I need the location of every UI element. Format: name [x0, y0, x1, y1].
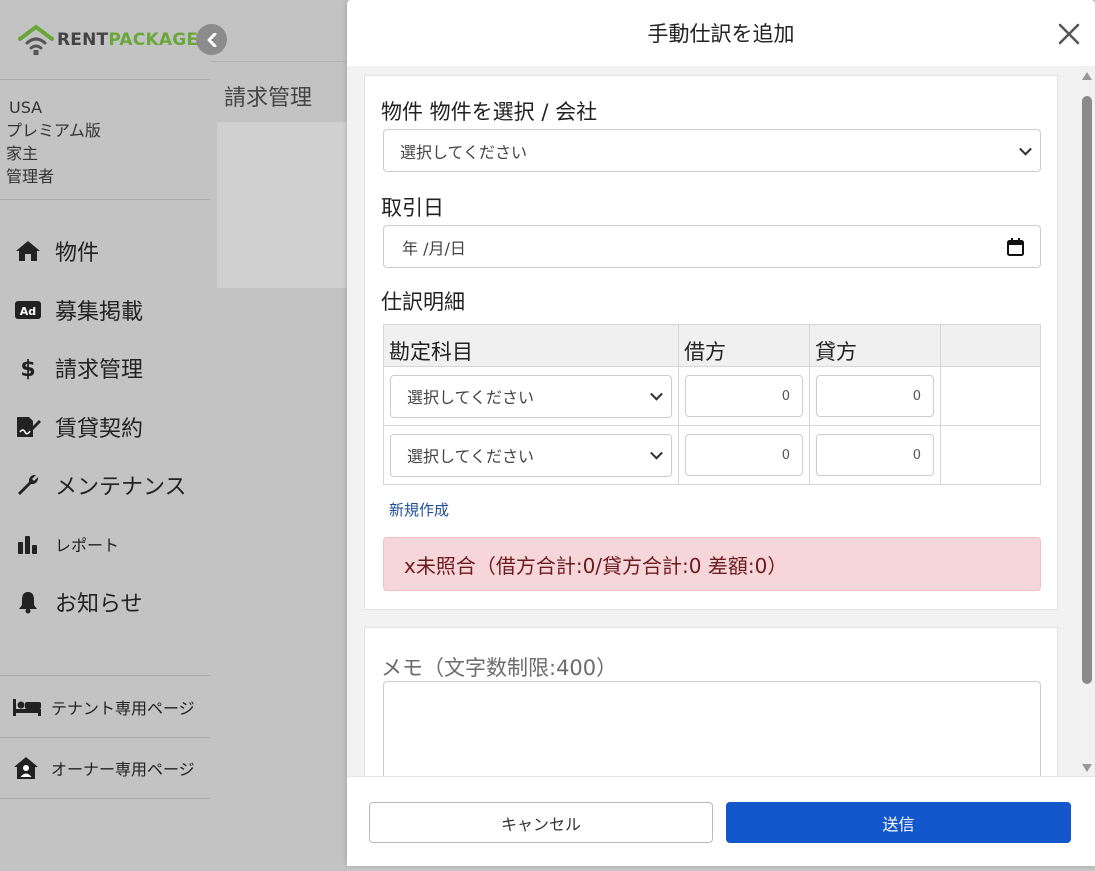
- bar-chart-icon: [15, 531, 41, 557]
- sidebar-item-maintenance[interactable]: メンテナンス: [0, 456, 210, 515]
- column-header-debit: 借方: [678, 324, 810, 367]
- chevron-down-icon: [650, 446, 663, 460]
- cancel-button[interactable]: キャンセル: [369, 802, 713, 843]
- contract-icon: [15, 414, 41, 440]
- column-header-actions: [940, 324, 1041, 367]
- main-card: [217, 122, 347, 288]
- account-select-value: 選択してください: [407, 388, 535, 407]
- unreconciled-alert: x未照合（借方合計:0/貸方合計:0 差額:0）: [383, 537, 1041, 591]
- modal-body[interactable]: 物件 物件を選択 / 会社 選択してください 取引日 年 /月/日 仕訳明細 勘…: [347, 66, 1095, 776]
- column-header-account: 勘定科目: [383, 324, 679, 367]
- table-row: 選択してください 0 0: [383, 366, 1041, 426]
- memo-label: メモ（文字数制限:400）: [381, 656, 618, 680]
- scroll-up-arrow-icon[interactable]: [1082, 72, 1092, 80]
- main-content-background: 請求管理: [210, 0, 347, 871]
- sidebar-item-label: お知らせ: [55, 592, 143, 618]
- bottom-link-label: テナント専用ページ: [51, 698, 195, 718]
- user-role: 家主: [6, 144, 39, 163]
- svg-text:$: $: [20, 357, 35, 381]
- sidebar-item-label: 物件: [55, 241, 100, 267]
- add-journal-entry-modal: 手動仕訳を追加 物件 物件を選択 / 会社 選択してください 取引日 年 /月/…: [347, 0, 1095, 866]
- scroll-thumb[interactable]: [1082, 96, 1092, 684]
- scroll-down-arrow-icon[interactable]: [1082, 764, 1092, 772]
- account-select-value: 選択してください: [407, 447, 535, 466]
- sidebar-item-label: メンテナンス: [55, 475, 187, 501]
- memo-panel: メモ（文字数制限:400）: [364, 627, 1058, 776]
- debit-input[interactable]: 0: [685, 375, 803, 417]
- tenant-page-link[interactable]: テナント専用ページ: [0, 675, 210, 737]
- svg-text:Ad: Ad: [20, 305, 36, 318]
- house-user-icon: [13, 755, 41, 781]
- submit-button[interactable]: 送信: [726, 802, 1071, 843]
- logo-text: RENTPACKAGE: [57, 29, 199, 50]
- sidebar-item-properties[interactable]: 物件: [0, 222, 210, 281]
- sidebar-item-label: 請求管理: [55, 358, 144, 384]
- sidebar-item-notifications[interactable]: お知らせ: [0, 573, 210, 632]
- sidebar-nav: 物件 Ad 募集掲載 $ 請求管理 賃貸契約 メンテナンス レポート お知らせ: [0, 200, 210, 632]
- sidebar: RENTPACKAGE USA プレミアム版 家主 管理者 物件 Ad 募集掲載…: [0, 0, 227, 871]
- logo[interactable]: RENTPACKAGE: [0, 0, 210, 80]
- journal-entries-table: 勘定科目 借方 貸方 選択してください 0 0 選択してください 0 0: [383, 324, 1041, 485]
- sidebar-item-label: 賃貸契約: [55, 416, 144, 442]
- modal-scrollbar[interactable]: [1079, 66, 1095, 776]
- user-plan: プレミアム版: [6, 121, 101, 140]
- sidebar-item-listings[interactable]: Ad 募集掲載: [0, 281, 210, 340]
- page-title: 請求管理: [224, 86, 313, 111]
- chevron-down-icon: [650, 387, 663, 401]
- bed-icon: [13, 694, 41, 720]
- date-placeholder: 年 /月/日: [402, 238, 466, 258]
- property-select-value: 選択してください: [400, 142, 528, 162]
- row-actions-cell: [940, 425, 1041, 485]
- wrench-icon: [15, 472, 41, 498]
- entry-panel: 物件 物件を選択 / 会社 選択してください 取引日 年 /月/日 仕訳明細 勘…: [364, 75, 1058, 610]
- dollar-icon: $: [15, 355, 41, 381]
- add-row-link[interactable]: 新規作成: [389, 499, 449, 520]
- account-select[interactable]: 選択してください: [390, 374, 672, 418]
- user-permission: 管理者: [6, 167, 55, 186]
- close-icon[interactable]: [1057, 22, 1081, 46]
- table-row: 選択してください 0 0: [383, 425, 1041, 485]
- modal-footer: キャンセル 送信: [347, 776, 1095, 866]
- user-info: USA プレミアム版 家主 管理者: [0, 80, 210, 200]
- sidebar-item-contracts[interactable]: 賃貸契約: [0, 398, 210, 457]
- date-label: 取引日: [381, 196, 444, 220]
- logo-icon: [18, 24, 54, 55]
- bell-icon: [15, 589, 41, 615]
- owner-page-link[interactable]: オーナー専用ページ: [0, 737, 210, 799]
- chevron-down-icon: [1019, 142, 1032, 156]
- home-icon: [15, 238, 41, 264]
- sidebar-item-label: レポート: [55, 535, 120, 555]
- main-header: [210, 0, 347, 62]
- entries-label: 仕訳明細: [381, 290, 465, 314]
- memo-textarea[interactable]: [383, 681, 1041, 776]
- row-actions-cell: [940, 366, 1041, 426]
- column-header-credit: 貸方: [809, 324, 941, 367]
- modal-title: 手動仕訳を追加: [647, 22, 795, 46]
- calendar-icon[interactable]: [1007, 238, 1024, 256]
- sidebar-item-label: 募集掲載: [55, 299, 144, 325]
- transaction-date-input[interactable]: 年 /月/日: [383, 225, 1041, 268]
- modal-header: 手動仕訳を追加: [347, 0, 1095, 66]
- sidebar-bottom-links: テナント専用ページ オーナー専用ページ: [0, 675, 210, 799]
- bottom-link-label: オーナー専用ページ: [51, 760, 195, 779]
- collapse-sidebar-button[interactable]: [196, 24, 227, 55]
- sidebar-item-billing[interactable]: $ 請求管理: [0, 339, 210, 398]
- sidebar-item-reports[interactable]: レポート: [0, 515, 210, 574]
- credit-input[interactable]: 0: [816, 434, 934, 476]
- property-label: 物件 物件を選択 / 会社: [381, 100, 598, 124]
- user-region: USA: [9, 98, 43, 117]
- debit-input[interactable]: 0: [685, 434, 803, 476]
- property-select[interactable]: 選択してください: [383, 129, 1041, 172]
- account-select[interactable]: 選択してください: [390, 433, 672, 477]
- credit-input[interactable]: 0: [816, 375, 934, 417]
- ad-icon: Ad: [15, 297, 41, 323]
- chevron-left-icon: [207, 32, 216, 47]
